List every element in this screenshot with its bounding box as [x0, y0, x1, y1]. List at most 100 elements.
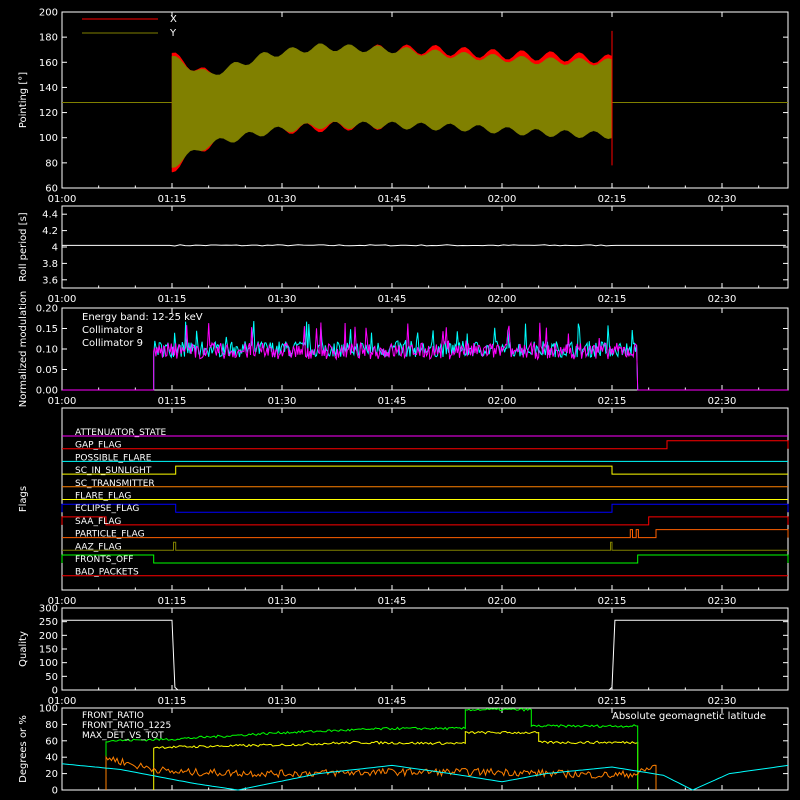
y-tick-label: 40 [45, 753, 58, 764]
flag-label-aaz-flag: AAZ_FLAG [75, 542, 122, 552]
flag-line-fronts-off [61, 554, 789, 564]
y-tick-label: 0.20 [36, 304, 58, 315]
legend-label-front-ratio-1225: FRONT_RATIO_1225 [82, 721, 171, 731]
x-tick-label: 01:00 [48, 396, 77, 407]
flag-label-eclipse-flag: ECLIPSE_FLAG [75, 504, 139, 514]
y-tick-label: 0.15 [36, 324, 58, 335]
x-tick-label: 01:30 [268, 294, 297, 305]
legend-label-x: X [170, 14, 177, 25]
x-tick-label: 02:00 [488, 294, 517, 305]
y-tick-label: 0 [52, 786, 58, 797]
degrees-axis-label: Degrees or % [18, 715, 29, 783]
y-tick-label: 4.4 [42, 210, 58, 221]
x-tick-label: 02:00 [488, 194, 517, 205]
x-tick-label: 02:30 [708, 696, 737, 707]
geomagnetic-latitude-line [61, 763, 789, 791]
flag-label-fronts-off: FRONTS_OFF [75, 555, 133, 565]
y-tick-label: 4 [52, 243, 58, 254]
flag-label-flare-flag: FLARE_FLAG [75, 492, 131, 502]
multi-panel-chart: 01:00 01:15 01:30 01:45 02:00 02:15 02:30 60 80 1… [18, 8, 789, 797]
flag-line-saa-flag [61, 516, 789, 526]
x-tick-label: 02:00 [488, 596, 517, 607]
flag-label-bad-packets: BAD_PACKETS [75, 568, 139, 578]
flag-label-sc-transmitter: SC_TRANSMITTER [75, 479, 155, 489]
x-tick-label: 01:15 [158, 596, 187, 607]
x-tick-label: 01:15 [158, 294, 187, 305]
roll-period-line [62, 244, 786, 247]
y-tick-label: 140 [39, 83, 58, 94]
flag-line-gap-flag [62, 440, 789, 450]
y-tick-label: 150 [39, 645, 58, 656]
pointing-axis-label: Pointing [°] [18, 72, 29, 128]
y-tick-label: 120 [39, 108, 58, 119]
y-tick-label: 200 [39, 631, 58, 642]
legend-label-collimator-9: Collimator 9 [82, 338, 143, 349]
y-tick-label: 60 [45, 736, 58, 747]
y-tick-label: 4.2 [42, 226, 58, 237]
x-tick-label: 02:30 [708, 596, 737, 607]
ratio-series-max-det-vs-tot [105, 755, 657, 790]
y-tick-label: 20 [45, 769, 58, 780]
x-tick-label: 01:30 [268, 696, 297, 707]
flag-label-sc-in-sunlight: SC_IN_SUNLIGHT [75, 466, 152, 476]
y-tick-label: 100 [39, 704, 58, 715]
x-tick-label: 02:15 [598, 596, 627, 607]
y-tick-label: 250 [39, 617, 58, 628]
modulation-series-8 [62, 320, 788, 391]
flags-axis-label: Flags [18, 486, 29, 512]
y-tick-label: 80 [45, 720, 58, 731]
x-tick-label: 02:30 [708, 396, 737, 407]
x-tick-label: 01:15 [158, 396, 187, 407]
x-tick-label: 01:00 [48, 194, 77, 205]
flag-line-aaz-flag [62, 541, 788, 551]
y-tick-label: 100 [39, 658, 58, 669]
x-tick-label: 02:00 [488, 696, 517, 707]
flag-label-possible-flare: POSSIBLE_FLARE [75, 453, 152, 463]
y-tick-label: 3.6 [42, 275, 58, 286]
modulation-axis-label: Normalized modulation [18, 291, 29, 408]
flag-line-sc-in-sunlight [62, 465, 788, 475]
y-tick-label: 3.8 [42, 259, 58, 270]
flag-label-particle-flag: PARTICLE_FLAG [75, 530, 145, 540]
x-tick-label: 02:00 [488, 396, 517, 407]
energy-band-annotation: Energy band: 12-25 keV [82, 312, 203, 323]
x-tick-label: 01:30 [268, 596, 297, 607]
x-tick-label: 01:30 [268, 194, 297, 205]
y-tick-label: 80 [45, 158, 58, 169]
y-tick-label: 180 [39, 33, 58, 44]
x-tick-label: 01:45 [378, 696, 407, 707]
y-tick-label: 100 [39, 133, 58, 144]
x-tick-label: 01:45 [378, 596, 407, 607]
y-tick-label: 50 [45, 672, 58, 683]
y-tick-label: 60 [45, 184, 58, 195]
quality-line [62, 619, 788, 691]
pointing-series-y [171, 43, 613, 168]
x-tick-label: 02:15 [598, 194, 627, 205]
y-tick-label: 0.10 [36, 345, 58, 356]
x-tick-label: 02:30 [708, 294, 737, 305]
ratio-series-front-ratio-1225 [105, 707, 639, 790]
flag-line-particle-flag [62, 529, 789, 539]
flag-label-gap-flag: GAP_FLAG [75, 441, 121, 451]
x-tick-label: 02:15 [598, 294, 627, 305]
x-tick-label: 01:15 [158, 194, 187, 205]
legend-label-y: Y [169, 28, 177, 39]
y-tick-label: 300 [39, 604, 58, 615]
roll-period-axis-label: Roll period [s] [18, 212, 29, 281]
y-tick-label: 160 [39, 58, 58, 69]
x-tick-label: 02:15 [598, 696, 627, 707]
y-tick-label: 0.05 [36, 365, 58, 376]
x-tick-label: 01:45 [378, 294, 407, 305]
legend-label-front-ratio: FRONT_RATIO [82, 711, 144, 721]
panel-frame-2 [61, 205, 789, 289]
x-tick-label: 02:30 [708, 194, 737, 205]
y-tick-label: 0 [52, 686, 58, 697]
x-tick-label: 01:45 [378, 194, 407, 205]
legend-label-collimator-8: Collimator 8 [82, 325, 143, 336]
y-tick-label: 200 [39, 8, 58, 19]
quality-axis-label: Quality [18, 631, 29, 667]
geomagnetic-latitude-annotation: Absolute geomagnetic latitude [612, 711, 766, 722]
x-tick-label: 02:15 [598, 396, 627, 407]
x-tick-label: 01:15 [158, 696, 187, 707]
x-tick-label: 01:45 [378, 396, 407, 407]
